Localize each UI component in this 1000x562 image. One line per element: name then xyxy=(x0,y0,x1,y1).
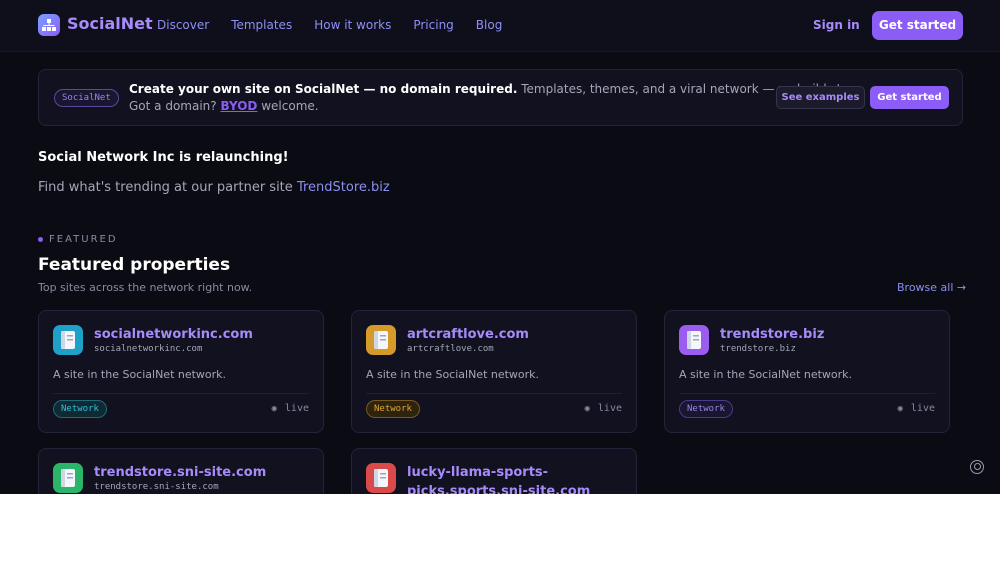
card-divider xyxy=(366,393,622,394)
network-tag: Network xyxy=(366,400,420,418)
nav-pricing[interactable]: Pricing xyxy=(413,18,453,32)
page: SocialNet Discover Templates How it work… xyxy=(0,0,1000,494)
network-tag: Network xyxy=(679,400,733,418)
eye-icon: ◉ xyxy=(897,404,903,414)
section-title: Featured properties xyxy=(38,255,231,275)
property-description: A site in the SocialNet network. xyxy=(53,368,227,381)
nav-blog[interactable]: Blog xyxy=(476,18,503,32)
property-name[interactable]: artcraftlove.com xyxy=(407,325,627,344)
nav-templates[interactable]: Templates xyxy=(231,18,292,32)
eye-icon: ◉ xyxy=(271,404,277,414)
banner-get-started-button[interactable]: Get started xyxy=(870,86,949,109)
dot-icon xyxy=(38,236,43,242)
property-card[interactable]: socialnetworkinc.com socialnetworkinc.com… xyxy=(38,310,324,433)
property-card[interactable]: trendstore.biz trendstore.biz A site in th… xyxy=(664,310,950,433)
top-navigation: SocialNet Discover Templates How it work… xyxy=(0,0,1000,52)
status-text: live xyxy=(284,403,309,414)
user-circle-icon[interactable] xyxy=(970,460,984,474)
browse-all-link[interactable]: Browse all → xyxy=(897,281,966,294)
property-description: A site in the SocialNet network. xyxy=(366,368,540,381)
book-icon xyxy=(679,325,709,355)
property-card[interactable]: lucky-llama-sports-picks.sports.sni-site… xyxy=(351,448,637,494)
nav-how-it-works[interactable]: How it works xyxy=(314,18,391,32)
brand-name[interactable]: SocialNet xyxy=(67,14,153,33)
book-icon xyxy=(53,463,83,493)
property-domain: trendstore.sni-site.com xyxy=(94,482,219,492)
see-examples-button[interactable]: See examples xyxy=(776,86,865,109)
banner-headline: Create your own site on SocialNet — no d… xyxy=(129,82,861,96)
banner-subline: Got a domain? BYOD welcome. xyxy=(129,99,319,113)
announcement-text: Find what's trending at our partner site… xyxy=(38,180,390,195)
promo-banner: SocialNet Create your own site on Social… xyxy=(38,69,963,126)
network-tag: Network xyxy=(53,400,107,418)
logo-icon[interactable] xyxy=(38,14,60,36)
status-indicator: ◉ live xyxy=(271,403,309,414)
status-text: live xyxy=(597,403,622,414)
property-card[interactable]: trendstore.sni-site.com trendstore.sni-si… xyxy=(38,448,324,494)
book-icon xyxy=(366,325,396,355)
property-name[interactable]: lucky-llama-sports-picks.sports.sni-site… xyxy=(407,463,627,494)
partner-link[interactable]: TrendStore.biz xyxy=(297,180,390,195)
property-description: A site in the SocialNet network. xyxy=(679,368,853,381)
property-name[interactable]: trendstore.biz xyxy=(720,325,940,344)
property-name[interactable]: trendstore.sni-site.com xyxy=(94,463,314,482)
property-card[interactable]: artcraftlove.com artcraftlove.com A site i… xyxy=(351,310,637,433)
brand-pill: SocialNet xyxy=(54,89,119,107)
card-divider xyxy=(679,393,935,394)
card-divider xyxy=(53,393,309,394)
announcement-title: Social Network Inc is relaunching! xyxy=(38,150,289,165)
get-started-button[interactable]: Get started xyxy=(872,11,963,40)
status-text: live xyxy=(910,403,935,414)
section-eyebrow: FEATURED xyxy=(38,234,118,245)
book-icon xyxy=(366,463,396,493)
main-nav: Discover Templates How it works Pricing … xyxy=(157,18,502,32)
sign-in-link[interactable]: Sign in xyxy=(813,18,860,32)
section-subtitle: Top sites across the network right now. xyxy=(38,281,253,294)
status-indicator: ◉ live xyxy=(897,403,935,414)
book-icon xyxy=(53,325,83,355)
property-domain: trendstore.biz xyxy=(720,344,796,354)
status-indicator: ◉ live xyxy=(584,403,622,414)
nav-discover[interactable]: Discover xyxy=(157,18,209,32)
property-domain: socialnetworkinc.com xyxy=(94,344,203,354)
property-domain: artcraftlove.com xyxy=(407,344,494,354)
byod-link[interactable]: BYOD xyxy=(220,99,257,113)
property-name[interactable]: socialnetworkinc.com xyxy=(94,325,314,344)
eye-icon: ◉ xyxy=(584,404,590,414)
